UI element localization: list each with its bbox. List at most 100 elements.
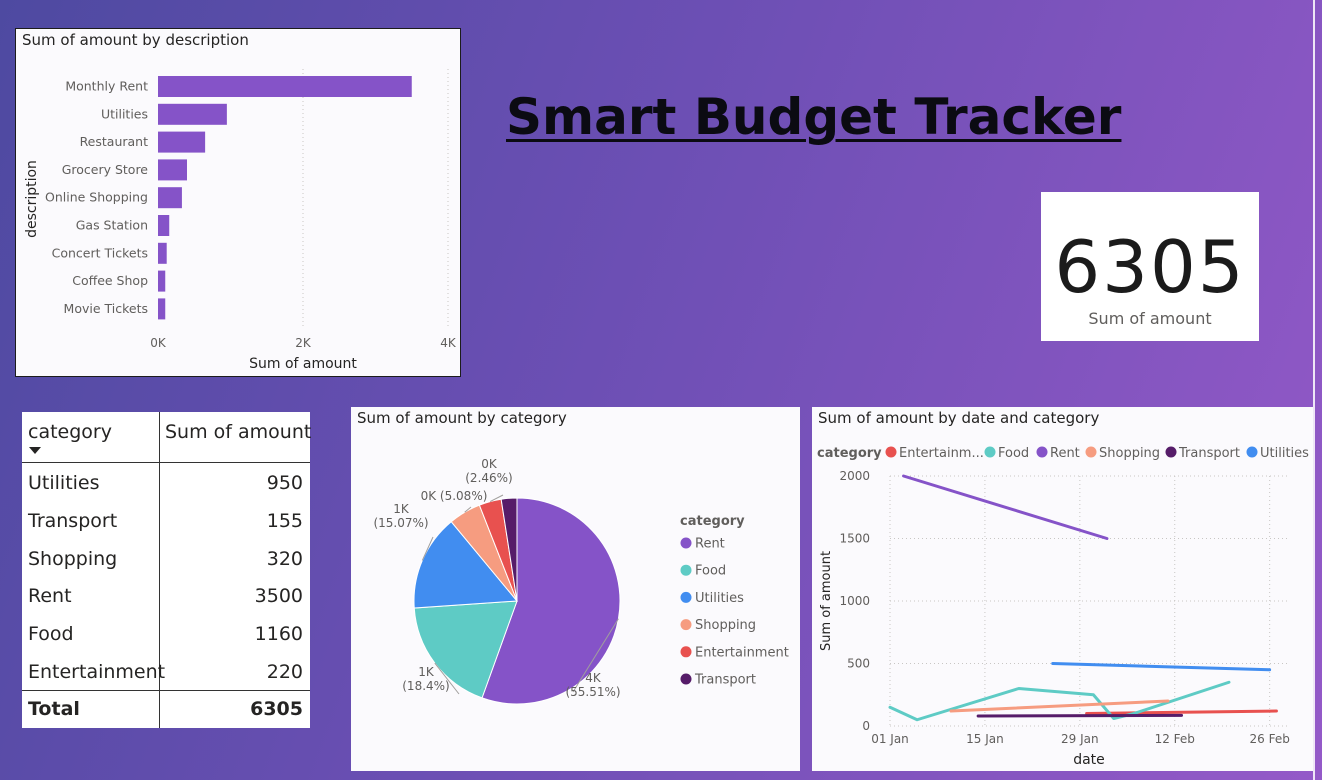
table-cell-amount: 3500	[254, 585, 303, 608]
line-legend-marker	[1085, 446, 1097, 458]
line-legend-label: Shopping	[1099, 446, 1160, 461]
table-cell-category: Transport	[28, 509, 118, 532]
pie-chart: 4K(55.51%)1K(18.4%)1K(15.07%)0K (5.08%)0…	[373, 457, 789, 705]
line-legend-marker	[1036, 446, 1048, 458]
bar-category-label: Monthly Rent	[65, 79, 148, 94]
bar-category-label: Grocery Store	[62, 162, 149, 177]
pie-legend-marker	[680, 591, 692, 603]
table-cell-amount: 1160	[254, 623, 303, 646]
kpi-label: Sum of amount	[1088, 309, 1212, 328]
pie-data-percent: (2.46%)	[465, 471, 512, 485]
pie-legend-marker	[680, 564, 692, 576]
line-x-tick: 15 Jan	[966, 732, 1004, 746]
bar	[158, 270, 166, 292]
bar-category-label: Online Shopping	[45, 190, 148, 205]
pie-legend-marker	[680, 673, 692, 685]
line-legend-marker	[885, 446, 897, 458]
table-header-divider	[22, 462, 310, 463]
line-legend-label: Food	[998, 446, 1029, 461]
page-title: Smart Budget Tracker	[506, 88, 1122, 146]
line-series	[1051, 662, 1272, 672]
bar-x-tick: 2K	[295, 336, 312, 350]
pie-data-label: 1K	[393, 502, 410, 516]
pie-legend-marker	[680, 646, 692, 658]
line-y-tick: 2000	[839, 469, 870, 483]
bar-category-label: Coffee Shop	[72, 273, 148, 288]
line-x-tick: 01 Jan	[871, 732, 909, 746]
bar	[158, 103, 227, 125]
pie-data-percent: (55.51%)	[565, 685, 620, 699]
table-cell-amount: 320	[266, 547, 303, 570]
pie-legend-label: Utilities	[695, 591, 744, 606]
bar	[158, 298, 166, 320]
line-legend-label: Entertainm...	[899, 446, 984, 461]
line-legend-marker	[984, 446, 996, 458]
kpi-card[interactable]: 6305 Sum of amount	[1041, 192, 1259, 341]
bar-chart: Monthly Rent Utilities Restaurant Grocery S…	[24, 69, 457, 372]
kpi-value: 6305	[1054, 225, 1246, 309]
pie-data-label: 1K	[418, 665, 435, 679]
table-cell-category: Utilities	[28, 472, 100, 494]
line-y-tick: 500	[847, 657, 870, 671]
bar-x-axis-label: Sum of amount	[249, 356, 357, 372]
table-header-category[interactable]: category	[28, 421, 112, 443]
line-legend-label: Rent	[1050, 446, 1080, 461]
pie-data-label: 0K	[481, 457, 498, 471]
line-y-tick: 1000	[839, 594, 870, 608]
bar	[158, 242, 167, 264]
table-cell-amount: 220	[266, 661, 303, 683]
sort-desc-icon[interactable]	[29, 447, 41, 454]
bar-x-tick: 0K	[150, 336, 167, 350]
bar-x-tick: 4K	[440, 336, 457, 350]
line-legend-label: Transport	[1178, 446, 1240, 461]
window-edge-divider	[1313, 0, 1315, 780]
table-cell-amount: 950	[266, 472, 303, 494]
pie-legend-label: Shopping	[695, 618, 756, 633]
line-y-tick: 1500	[839, 532, 870, 546]
pie-chart-panel[interactable]: Sum of amount by category 4K (55.51%) 1K (1…	[351, 407, 800, 771]
line-x-tick: 12 Feb	[1155, 732, 1195, 746]
bar	[158, 76, 412, 97]
line-legend-label: Utilities	[1260, 446, 1309, 461]
line-chart: 0 500 1000 1500 2000 01 Jan 15 Jan 29 Jan 12 Feb…	[817, 446, 1309, 768]
table-cell-category: Entertainment	[28, 661, 166, 683]
bar-category-label: Restaurant	[80, 134, 149, 149]
bar-category-label: Utilities	[101, 106, 148, 121]
line-chart-panel[interactable]: Sum of amount by date and category 0 500 1…	[812, 407, 1313, 771]
line-legend-marker	[1165, 446, 1177, 458]
pie-legend-title: category	[680, 514, 745, 529]
bar-category-label: Gas Station	[76, 218, 148, 233]
line-y-axis-label: Sum of amount	[819, 551, 834, 651]
line-series	[949, 699, 1170, 713]
pie-data-label: 0K (5.08%)	[421, 489, 488, 503]
pie-legend-marker	[680, 537, 692, 549]
bar	[158, 159, 187, 181]
pie-legend-label: Food	[695, 564, 726, 579]
table-total-value: 6305	[250, 698, 303, 720]
line-legend-marker	[1246, 446, 1258, 458]
bar-chart-panel[interactable]: Sum of amount by description Monthly Ren…	[15, 28, 461, 377]
category-table[interactable]: category Sum of amount Utilities 950 Trans…	[22, 412, 311, 728]
table-total-divider	[22, 690, 310, 691]
bar	[158, 131, 206, 153]
table-total-label: Total	[28, 698, 80, 720]
pie-legend-label: Transport	[694, 673, 756, 688]
pie-data-percent: (15.07%)	[373, 516, 428, 530]
line-x-tick: 29 Jan	[1061, 732, 1099, 746]
table-cell-amount: 155	[266, 509, 303, 532]
bar-y-axis-label: description	[24, 160, 40, 238]
bar-category-label: Movie Tickets	[64, 301, 148, 316]
table-header-amount[interactable]: Sum of amount	[165, 421, 311, 443]
line-y-tick: 0	[862, 719, 870, 733]
line-x-axis-label: date	[1073, 752, 1105, 768]
table-cell-category: Rent	[28, 585, 72, 608]
line-series	[976, 713, 1184, 718]
pie-legend-label: Entertainment	[695, 645, 789, 660]
table-cell-category: Food	[28, 623, 74, 646]
pie-data-percent: (18.4%)	[402, 679, 449, 693]
pie-legend-marker	[680, 619, 692, 631]
bar	[158, 187, 182, 209]
line-series	[1085, 709, 1278, 715]
line-legend-title: category	[817, 446, 882, 461]
bar	[158, 215, 170, 236]
